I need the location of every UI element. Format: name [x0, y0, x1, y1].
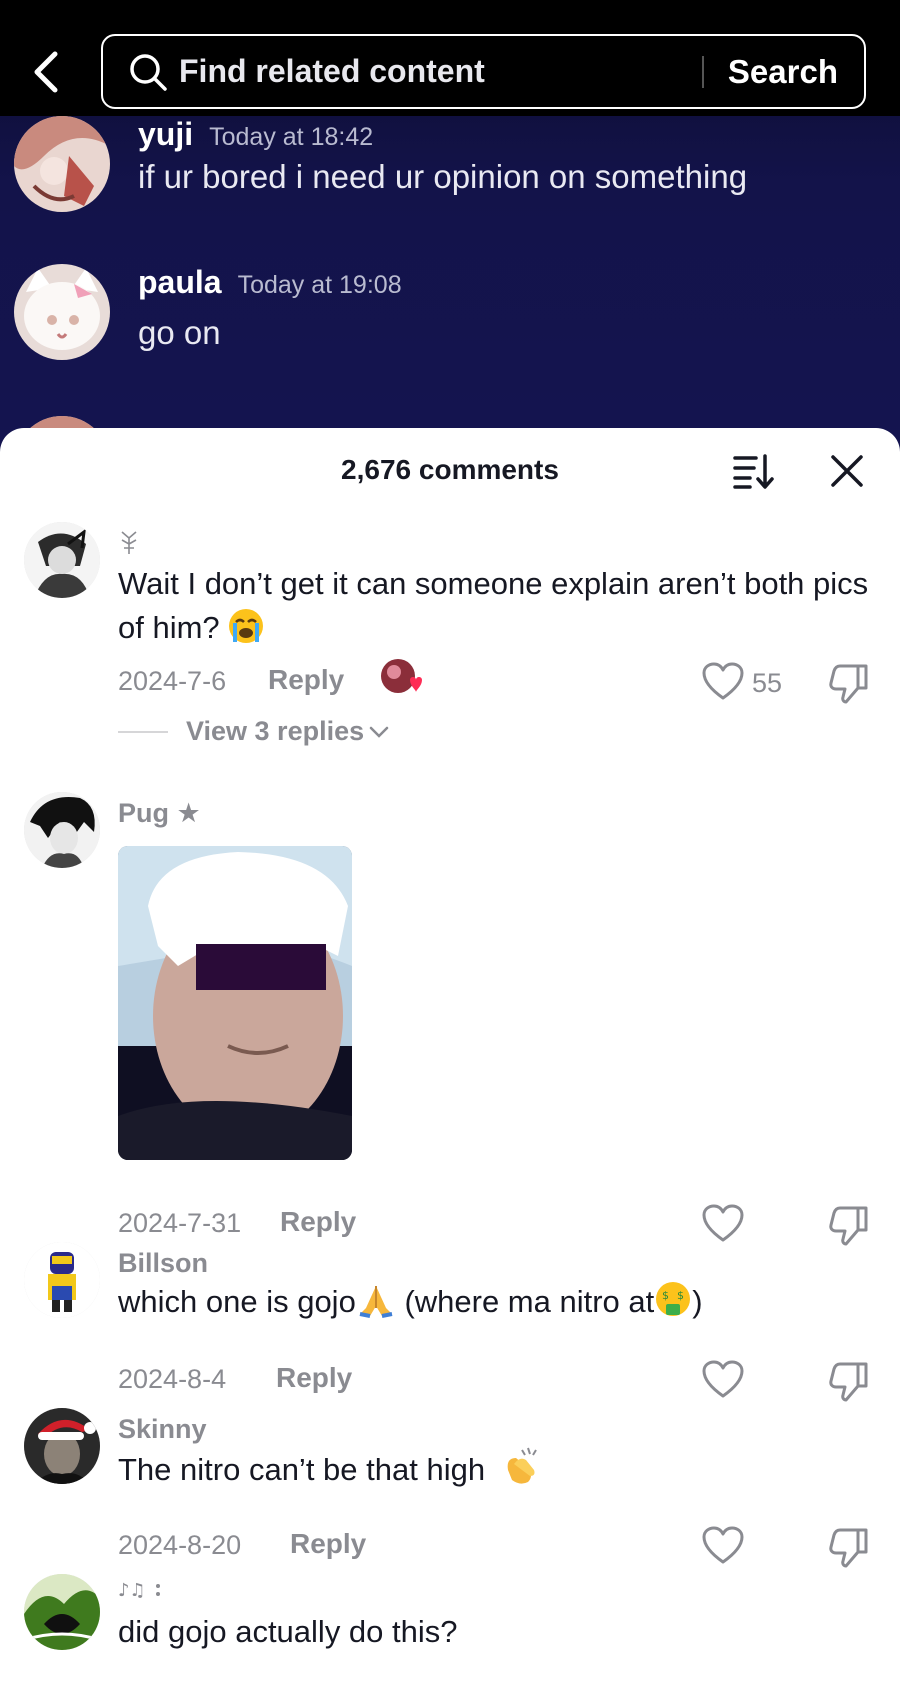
search-icon	[127, 51, 169, 93]
svg-text:$: $	[662, 1289, 669, 1302]
chat-text: if ur bored i need ur opinion on somethi…	[138, 158, 748, 195]
comment-date: 2024-8-20	[118, 1530, 242, 1560]
comment-text: did gojo actually do this?	[118, 1614, 458, 1649]
dislike-button[interactable]	[828, 1202, 872, 1246]
comment-username-glyph: ♪♫	[118, 1576, 162, 1609]
back-button[interactable]	[22, 44, 70, 100]
reply-button[interactable]: Reply	[290, 1528, 366, 1560]
avatar[interactable]	[24, 522, 100, 598]
reply-button[interactable]: Reply	[280, 1206, 356, 1238]
comment-text: Wait I don’t get it can someone explain …	[118, 562, 878, 656]
thumbs-down-icon	[829, 664, 868, 704]
avatar[interactable]	[24, 1242, 100, 1318]
chat-username: yuji Today at 18:42	[138, 116, 374, 152]
close-button[interactable]	[826, 450, 868, 492]
dislike-button[interactable]	[828, 1358, 872, 1402]
sort-button[interactable]	[732, 450, 774, 492]
heart-icon	[702, 662, 744, 700]
comment-username[interactable]: Pug ★	[118, 798, 201, 829]
view-replies-button[interactable]: View 3 replies	[118, 716, 390, 747]
sort-icon	[733, 454, 774, 489]
comment-date: 2024-8-4	[118, 1364, 227, 1394]
comment-date: 2024-7-6	[118, 666, 227, 696]
chat-timestamp: Today at 18:42	[209, 123, 374, 151]
creator-liked-avatar	[380, 658, 424, 698]
folded-hands-icon	[356, 1282, 396, 1330]
music-notes-icon: ♪♫	[118, 1580, 160, 1601]
like-button[interactable]	[702, 662, 744, 702]
dislike-button[interactable]	[828, 660, 872, 704]
heart-icon	[702, 1204, 744, 1242]
dislike-button[interactable]	[828, 1524, 872, 1568]
comment-date: 2024-7-31	[118, 1208, 242, 1238]
chevron-left-icon	[34, 51, 58, 93]
chat-avatar	[14, 116, 110, 212]
like-button[interactable]	[702, 1526, 744, 1566]
search-divider	[701, 55, 704, 88]
chat-text: go on	[138, 314, 221, 351]
comments-sheet: 2,676 comments Wait I don’t get it can s…	[0, 428, 900, 1682]
crying-face-icon	[228, 608, 264, 656]
money-mouth-face-icon: $ $	[654, 1280, 692, 1330]
comment-text: The nitro can’t be that high	[118, 1446, 878, 1498]
like-count: 55	[752, 668, 783, 698]
avatar[interactable]	[24, 1574, 100, 1650]
comment-username[interactable]: Billson	[118, 1248, 208, 1279]
chat-username: paula Today at 19:08	[138, 264, 402, 300]
chat-timestamp: Today at 19:08	[237, 271, 402, 299]
like-button[interactable]	[702, 1204, 744, 1244]
comment-username[interactable]: Skinny	[118, 1414, 207, 1445]
avatar[interactable]	[24, 792, 100, 868]
search-box: Search	[101, 34, 866, 109]
heart-icon	[702, 1526, 744, 1564]
reply-button[interactable]: Reply	[268, 664, 344, 696]
heart-icon	[702, 1360, 744, 1398]
chevron-down-icon	[369, 726, 389, 738]
svg-text:♪♫: ♪♫	[118, 1580, 146, 1601]
thumbs-down-icon	[829, 1528, 868, 1568]
comment-text: which one is gojo (where ma nitro at $ $…	[118, 1280, 878, 1330]
close-icon	[831, 455, 863, 487]
avatar[interactable]	[24, 1408, 100, 1484]
search-button[interactable]: Search	[728, 53, 838, 91]
flower-symbol-icon	[121, 531, 137, 554]
chat-avatar	[14, 264, 110, 360]
top-bar: Search	[0, 0, 900, 116]
clapping-hands-icon	[500, 1446, 542, 1498]
like-button[interactable]	[702, 1360, 744, 1400]
comment-image[interactable]	[118, 846, 352, 1160]
comment-username-glyph	[118, 530, 140, 563]
reply-button[interactable]: Reply	[276, 1362, 352, 1394]
svg-text:$: $	[677, 1289, 684, 1302]
thumbs-down-icon	[829, 1362, 868, 1402]
thumbs-down-icon	[829, 1206, 868, 1246]
search-input[interactable]	[179, 53, 702, 90]
divider	[118, 730, 168, 733]
